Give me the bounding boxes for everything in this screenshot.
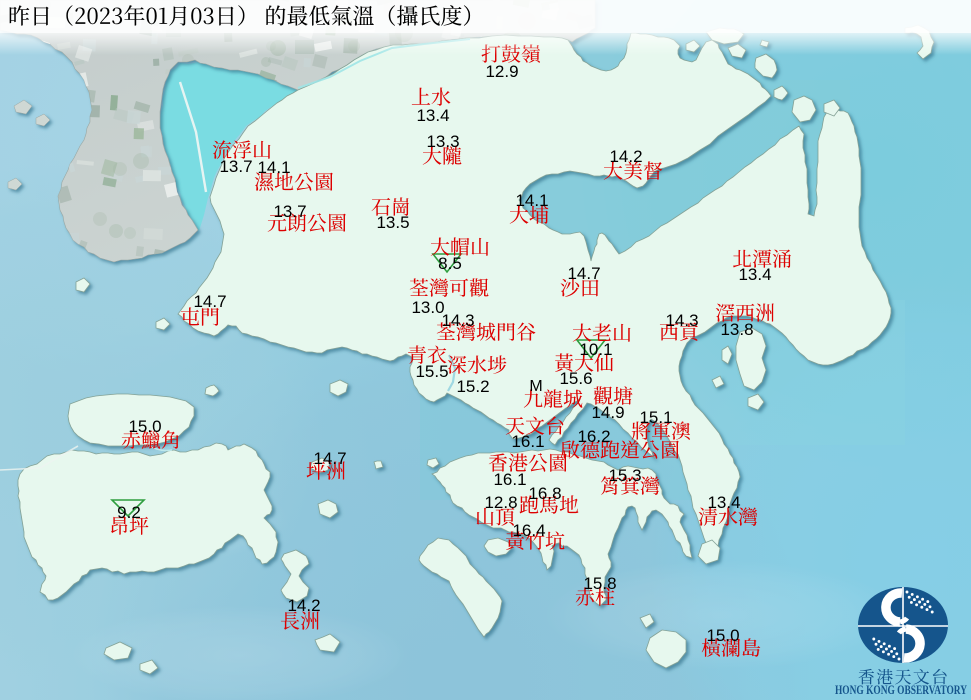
svg-text:14.7: 14.7 (313, 449, 346, 468)
svg-text:9.2: 9.2 (117, 503, 141, 522)
svg-text:15.6: 15.6 (559, 369, 592, 388)
svg-text:15.1: 15.1 (639, 408, 672, 427)
svg-text:12.8: 12.8 (484, 493, 517, 512)
svg-text:13.5: 13.5 (376, 213, 409, 232)
svg-text:13.4: 13.4 (738, 265, 771, 284)
svg-text:13.4: 13.4 (416, 106, 449, 125)
svg-text:15.0: 15.0 (706, 626, 739, 645)
svg-text:14.2: 14.2 (609, 147, 642, 166)
svg-text:16.2: 16.2 (577, 427, 610, 446)
svg-text:12.9: 12.9 (485, 62, 518, 81)
svg-text:14.3: 14.3 (665, 311, 698, 330)
svg-text:15.8: 15.8 (583, 574, 616, 593)
svg-text:14.2: 14.2 (287, 596, 320, 615)
svg-text:16.4: 16.4 (512, 521, 545, 540)
svg-text:13.7: 13.7 (219, 157, 252, 176)
svg-text:14.7: 14.7 (193, 292, 226, 311)
svg-text:14.1: 14.1 (515, 191, 548, 210)
svg-text:13.7: 13.7 (273, 202, 306, 221)
svg-text:13.3: 13.3 (426, 132, 459, 151)
svg-text:16.1: 16.1 (493, 470, 526, 489)
svg-text:15.2: 15.2 (456, 377, 489, 396)
svg-text:8.5: 8.5 (438, 254, 462, 273)
svg-text:14.9: 14.9 (591, 403, 624, 422)
svg-text:15.3: 15.3 (608, 466, 641, 485)
svg-text:M: M (529, 378, 542, 395)
svg-text:16.1: 16.1 (511, 432, 544, 451)
svg-text:13.0: 13.0 (411, 298, 444, 317)
svg-text:10.1: 10.1 (579, 340, 612, 359)
svg-text:16.8: 16.8 (528, 484, 561, 503)
svg-text:14.7: 14.7 (567, 264, 600, 283)
svg-text:14.3: 14.3 (441, 311, 474, 330)
svg-text:13.4: 13.4 (707, 493, 740, 512)
svg-text:13.8: 13.8 (720, 320, 753, 339)
svg-text:15.0: 15.0 (128, 417, 161, 436)
svg-text:HONG KONG OBSERVATORY: HONG KONG OBSERVATORY (835, 683, 967, 697)
svg-text:15.5: 15.5 (415, 362, 448, 381)
svg-text:14.1: 14.1 (257, 158, 290, 177)
